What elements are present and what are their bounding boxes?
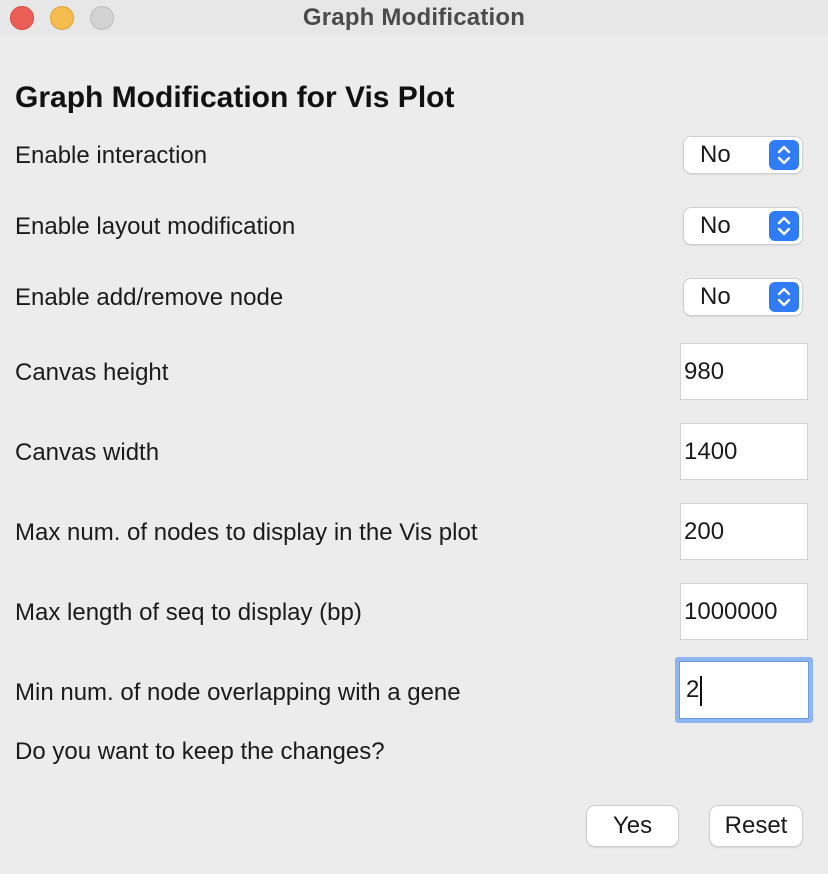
canvas-width-label: Canvas width [15, 439, 160, 466]
title-bar[interactable]: Graph Modification [0, 0, 828, 36]
enable-layout-modification-label: Enable layout modification [15, 213, 296, 240]
up-down-chevron-icon [769, 282, 799, 312]
field-value: 2 [686, 676, 700, 703]
popup-value: No [700, 212, 731, 239]
max-seq-length-field[interactable]: 1000000 [680, 583, 808, 640]
form-heading: Graph Modification for Vis Plot [15, 81, 455, 114]
min-node-overlap-field[interactable]: 2 [675, 657, 813, 723]
keep-changes-prompt: Do you want to keep the changes? [15, 738, 385, 765]
enable-interaction-popup[interactable]: No [684, 137, 802, 173]
enable-interaction-label: Enable interaction [15, 142, 208, 169]
enable-add-remove-node-label: Enable add/remove node [15, 284, 284, 311]
up-down-chevron-icon [769, 211, 799, 241]
reset-button[interactable]: Reset [710, 806, 802, 846]
popup-value: No [700, 141, 731, 168]
max-nodes-label: Max num. of nodes to display in the Vis … [15, 519, 478, 546]
popup-value: No [700, 283, 731, 310]
canvas-height-label: Canvas height [15, 359, 169, 386]
enable-layout-modification-popup[interactable]: No [684, 208, 802, 244]
graph-modification-window: Graph Modification Graph Modification fo… [0, 0, 828, 874]
min-node-overlap-label: Min num. of node overlapping with a gene [15, 679, 461, 706]
window-title: Graph Modification [302, 4, 526, 31]
canvas-height-field[interactable]: 980 [680, 343, 808, 400]
up-down-chevron-icon [769, 140, 799, 170]
text-caret [700, 675, 703, 706]
max-nodes-field[interactable]: 200 [680, 503, 808, 560]
yes-button[interactable]: Yes [587, 806, 678, 846]
canvas-width-field[interactable]: 1400 [680, 423, 808, 480]
max-seq-length-label: Max length of seq to display (bp) [15, 599, 362, 626]
enable-add-remove-node-popup[interactable]: No [684, 279, 802, 315]
